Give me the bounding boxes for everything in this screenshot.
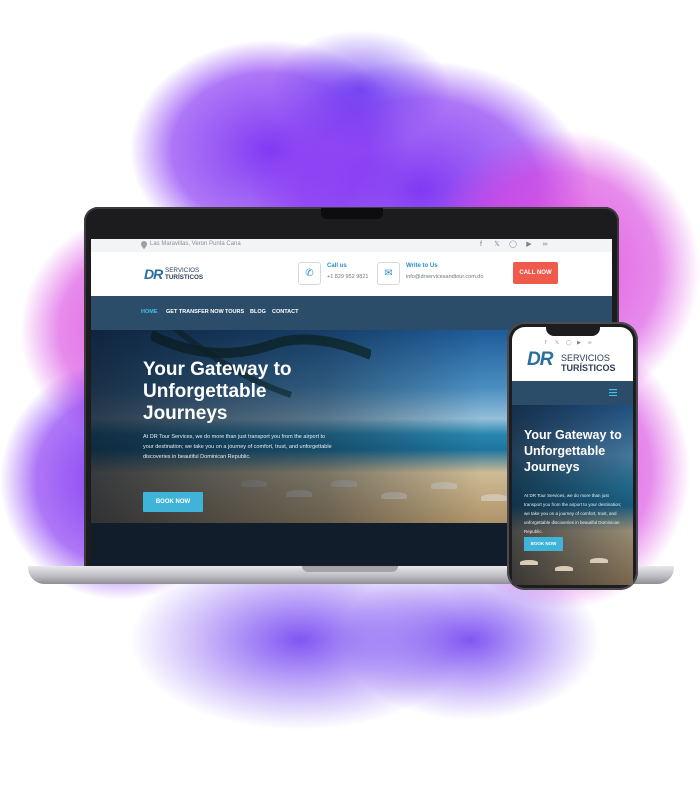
location-text: Las Maravillas, Veron Punta Cana: [150, 241, 241, 247]
hamburger-icon[interactable]: [609, 389, 617, 396]
mobile-logo-mark[interactable]: DR: [527, 349, 553, 371]
beach-umbrella: [590, 558, 608, 563]
logo-line-1: SERVICIOS: [165, 267, 200, 274]
mobile-hero-title: Your Gateway to Unforgettable Journeys: [524, 428, 622, 474]
location-pin-icon: [141, 241, 147, 249]
nav-home[interactable]: HOME: [141, 309, 158, 315]
whatsapp-icon[interactable]: ◯: [566, 340, 572, 346]
nav-tours[interactable]: TOURS: [225, 309, 244, 315]
facebook-icon[interactable]: f: [545, 340, 546, 346]
mail-icon: ✉: [384, 268, 393, 279]
x-icon[interactable]: 𝕏: [493, 241, 501, 249]
nav-get-transfer-now[interactable]: GET TRANSFER NOW: [166, 309, 224, 315]
phone-notch: [546, 327, 600, 336]
hero-title: Your Gateway to Unforgettable Journeys: [143, 359, 292, 424]
call-us-number[interactable]: +1 829 952 9821: [327, 274, 368, 280]
logo-text[interactable]: SERVICIOS TURÍSTICOS: [165, 267, 203, 281]
desktop-header: DR SERVICIOS TURÍSTICOS ✆ Call us +1 829…: [91, 252, 612, 296]
logo-line-2: TURÍSTICOS: [165, 274, 204, 281]
facebook-icon[interactable]: f: [477, 241, 485, 249]
write-us-email[interactable]: info@drservicesandtour.com.do: [406, 274, 483, 280]
laptop-opening-lip: [302, 566, 398, 572]
youtube-icon[interactable]: ▶: [577, 340, 581, 346]
youtube-icon[interactable]: ▶: [525, 241, 533, 249]
mobile-hero-description: At DR Tour Services, we do more than jus…: [524, 493, 622, 534]
laptop-camera-notch: [321, 208, 383, 219]
mobile-book-now-button[interactable]: BOOK NOW: [524, 537, 563, 551]
nav-blog[interactable]: BLOG: [250, 309, 266, 315]
whatsapp-icon[interactable]: ◯: [509, 241, 517, 249]
beach-umbrella: [520, 560, 538, 565]
mobile-logo-text[interactable]: SERVICIOS TURÍSTICOS: [561, 353, 616, 373]
hero-description: At DR Tour Services, we do more than jus…: [143, 434, 332, 460]
logo-mark[interactable]: DR: [144, 266, 163, 282]
book-now-button[interactable]: BOOK NOW: [143, 492, 203, 512]
tripadvisor-icon[interactable]: ∞: [588, 340, 592, 346]
mobile-logo-line-2: TURÍSTICOS: [561, 363, 616, 373]
mail-icon-box[interactable]: ✉: [377, 262, 400, 285]
x-icon[interactable]: 𝕏: [555, 340, 559, 346]
phone-icon: ✆: [305, 268, 314, 279]
call-us-title: Call us: [327, 263, 347, 269]
beach-umbrella: [555, 566, 573, 571]
mobile-logo-line-1: SERVICIOS: [561, 353, 610, 363]
nav-contact[interactable]: CONTACT: [272, 309, 298, 315]
desktop-top-bar: Las Maravillas, Veron Punta Cana f 𝕏 ◯ ▶…: [91, 239, 612, 253]
call-icon-box[interactable]: ✆: [298, 262, 321, 285]
tripadvisor-icon[interactable]: ∞: [541, 241, 549, 249]
call-now-button[interactable]: CALL NOW: [513, 262, 558, 284]
write-us-title: Write to Us: [406, 263, 438, 269]
